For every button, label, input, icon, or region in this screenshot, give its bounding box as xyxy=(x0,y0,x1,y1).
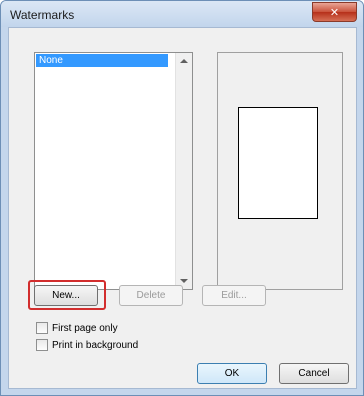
dialog-title: Watermarks xyxy=(10,8,75,22)
close-button[interactable]: ✕ xyxy=(312,2,357,22)
edit-button[interactable]: Edit... xyxy=(202,285,266,306)
title-bar[interactable]: Watermarks ✕ xyxy=(1,1,363,27)
print-in-background-label: Print in background xyxy=(52,339,139,351)
delete-button[interactable]: Delete xyxy=(119,285,183,306)
first-page-only-checkbox[interactable] xyxy=(36,322,48,334)
listbox-scrollbar[interactable] xyxy=(175,53,192,289)
dialog-body: None New... Delete Edit... First page on… xyxy=(8,27,357,389)
ok-button[interactable]: OK xyxy=(197,363,267,384)
new-button-highlight xyxy=(28,280,106,310)
list-item[interactable]: None xyxy=(36,54,168,67)
first-page-only-option[interactable]: First page only xyxy=(36,322,118,334)
print-in-background-checkbox[interactable] xyxy=(36,339,48,351)
cancel-button[interactable]: Cancel xyxy=(279,363,349,384)
page-preview xyxy=(238,107,318,219)
watermarks-dialog: Watermarks ✕ None New... Delete Edit... … xyxy=(0,0,364,396)
close-icon: ✕ xyxy=(329,5,340,19)
first-page-only-label: First page only xyxy=(52,322,118,334)
scroll-down-arrow-icon[interactable] xyxy=(180,279,188,283)
watermark-preview-panel xyxy=(217,52,343,290)
scroll-up-arrow-icon[interactable] xyxy=(180,59,188,63)
watermark-listbox[interactable]: None xyxy=(34,52,193,290)
print-in-background-option[interactable]: Print in background xyxy=(36,339,138,351)
